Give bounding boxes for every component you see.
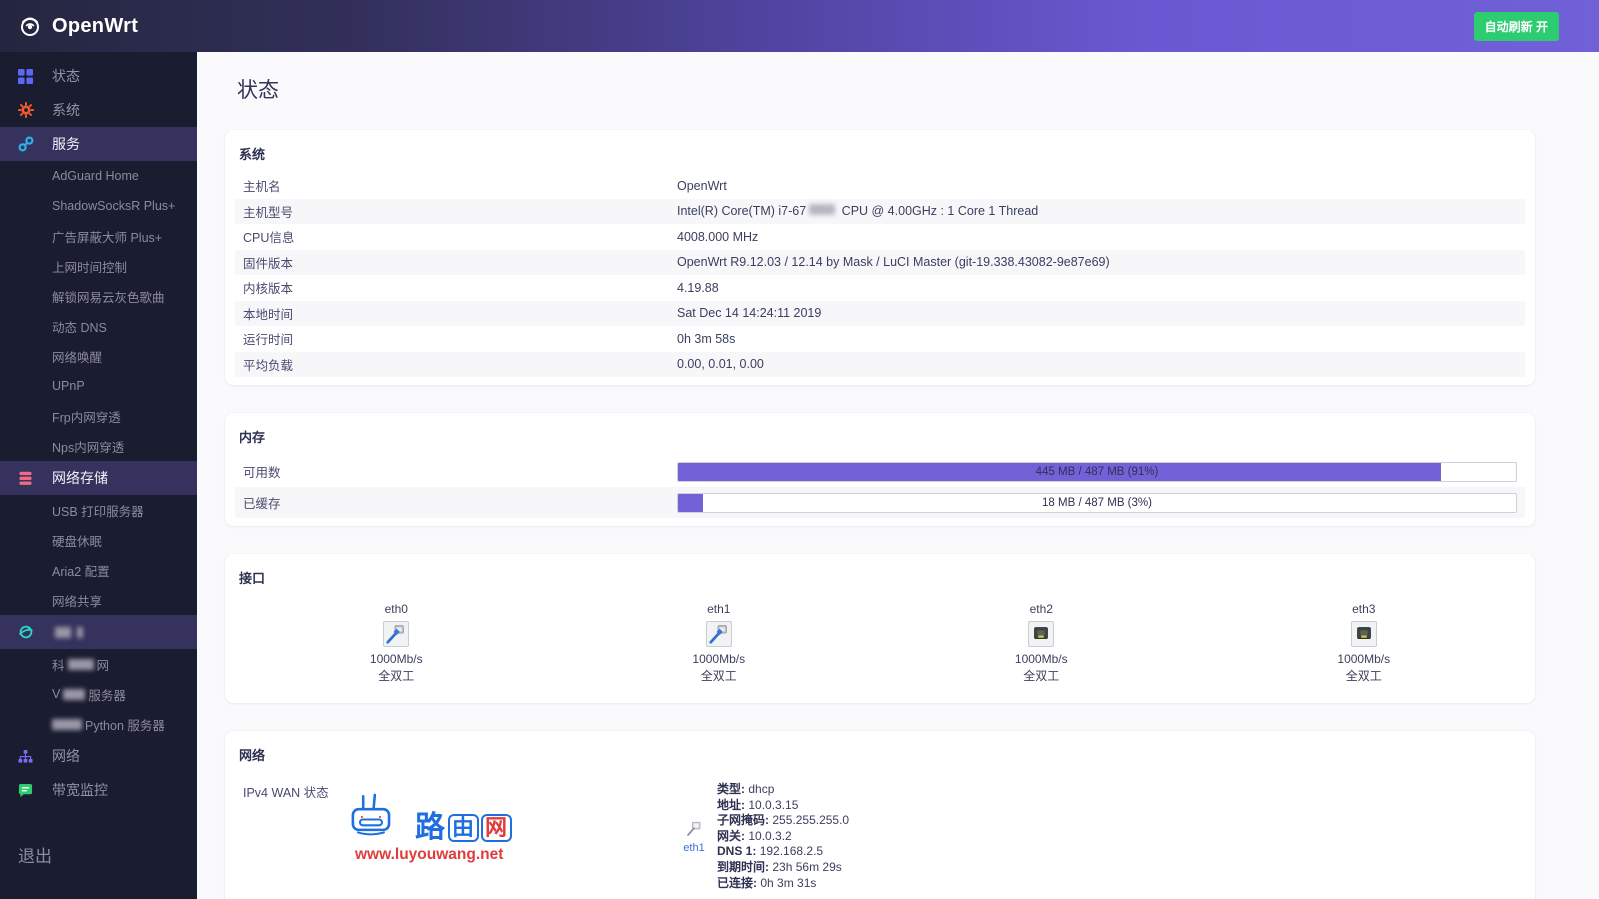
table-row: 固件版本 OpenWrt R9.12.03 / 12.14 by Mask / …	[235, 249, 1525, 275]
ipv4-details: 类型dhcp 地址10.0.3.15 子网掩码255.255.255.0 网关1…	[717, 782, 849, 891]
interface-eth3[interactable]: eth3 1000Mb/s 全双工	[1203, 601, 1526, 685]
sidebar-item-adguard-home[interactable]: AdGuard Home	[0, 161, 197, 191]
sidebar-item-adblock-master[interactable]: 广告屏蔽大师 Plus+	[0, 221, 197, 251]
globe-icon	[17, 624, 34, 641]
sidebar-item-status[interactable]: 状态	[0, 59, 197, 93]
censored-text	[52, 718, 82, 730]
sidebar-item-censored-sub-2[interactable]: V 服务器	[0, 679, 197, 709]
table-row: 本地时间 Sat Dec 14 14:24:11 2019	[235, 300, 1525, 326]
progress-text: 445 MB / 487 MB (91%)	[1035, 465, 1159, 478]
page-title: 状态	[237, 79, 279, 102]
detail-line: 子网掩码255.255.255.0	[717, 813, 849, 829]
sidebar-item-hdd-idle[interactable]: 硬盘休眠	[0, 525, 197, 555]
censored-text	[55, 626, 71, 638]
sidebar-item-label: 带宽监控	[52, 782, 108, 798]
database-icon	[17, 470, 34, 487]
brand-title: OpenWrt	[52, 14, 139, 37]
link-icon	[17, 136, 34, 153]
table-row: 运行时间 0h 3m 58s	[243, 331, 736, 348]
auto-refresh-button[interactable]: 自动刷新 开	[1473, 11, 1559, 41]
system-table: 主机名 OpenWrt 主机型号 Intel(R) Core(TM) i7-67…	[235, 173, 1525, 377]
grid-icon	[17, 68, 34, 85]
interfaces-card-title: 接口	[239, 571, 266, 586]
sidebar-item-usb-print[interactable]: USB 打印服务器	[0, 495, 197, 525]
ethernet-plugged-icon	[705, 621, 732, 647]
sidebar-item-label: 网络	[52, 748, 80, 764]
sidebar-item-label: 状态	[52, 68, 80, 84]
table-row: 已缓存 18 MB / 487 MB (3%)	[235, 487, 1525, 518]
detail-line: DNS 1192.168.2.5	[717, 844, 849, 860]
watermark-url: www.luyouwang.net	[355, 846, 504, 863]
table-row: 主机名 OpenWrt	[243, 178, 727, 195]
sidebar-item-aria2[interactable]: Aria2 配置	[0, 555, 197, 585]
interface-eth2[interactable]: eth2 1000Mb/s 全双工	[880, 601, 1203, 685]
sidebar-item-wol[interactable]: 网络唤醒	[0, 341, 197, 371]
sidebar-item-network-share[interactable]: 网络共享	[0, 585, 197, 615]
sidebar-item-unlock-netease[interactable]: 解锁网易云灰色歌曲	[0, 281, 197, 311]
wan-interface-label[interactable]: eth1	[677, 842, 711, 854]
censored-text	[809, 204, 836, 216]
watermark-text: 路由网	[415, 813, 513, 843]
sidebar-item-label: 服务	[52, 136, 80, 152]
comment-icon	[17, 782, 34, 799]
sidebar: 状态 系统 服务 AdGuard Home ShadowSocksR Plus+…	[0, 52, 197, 899]
interface-eth0[interactable]: eth0 1000Mb/s 全双工	[235, 601, 558, 685]
sidebar-item-upnp[interactable]: UPnP	[0, 371, 197, 401]
system-card-title: 系统	[239, 147, 266, 162]
censored-text	[77, 626, 83, 638]
gear-icon	[17, 102, 34, 119]
detail-line: 网关10.0.3.2	[717, 829, 849, 845]
sidebar-item-bandwidth-monitor[interactable]: 带宽监控	[0, 773, 197, 807]
sitemap-icon	[17, 748, 34, 765]
sidebar-item-services[interactable]: 服务	[0, 127, 197, 161]
table-row: 内核版本 4.19.88	[243, 280, 719, 297]
ipv4-wan-status: eth1 类型dhcp 地址10.0.3.15 子网掩码255.255.255.…	[677, 782, 849, 891]
sidebar-item-shadowsocksr[interactable]: ShadowSocksR Plus+	[0, 191, 197, 221]
sidebar-item-frp[interactable]: Frp内网穿透	[0, 401, 197, 431]
sidebar-item-network[interactable]: 网络	[0, 739, 197, 773]
sidebar-item-censored-sub-3[interactable]: Python 服务器	[0, 709, 197, 739]
sidebar-item-label: 网络存储	[52, 470, 108, 486]
memory-card-title: 内存	[239, 430, 266, 445]
watermark: 路由网 www.luyouwang.net	[349, 792, 579, 864]
memory-cached-progressbar: 18 MB / 487 MB (3%)	[677, 492, 1517, 513]
interfaces-card: 接口 eth0 1000Mb/s 全双工 eth1 1000Mb/s 全双工 e…	[225, 554, 1535, 703]
network-card-title: 网络	[239, 748, 266, 763]
wan-ethernet-icon	[685, 821, 703, 841]
progress-text: 18 MB / 487 MB (3%)	[1042, 496, 1152, 509]
main-content: 状态 系统 主机名 OpenWrt 主机型号 Intel(R) Core(TM)…	[197, 52, 1599, 899]
table-row: 可用数 445 MB / 487 MB (91%)	[235, 456, 1525, 487]
brand[interactable]: OpenWrt	[0, 13, 138, 39]
system-card: 系统 主机名 OpenWrt 主机型号 Intel(R) Core(TM) i7…	[225, 130, 1535, 385]
detail-line: 已连接0h 3m 31s	[717, 876, 849, 892]
ethernet-plugged-icon	[383, 621, 410, 647]
memory-table: 可用数 445 MB / 487 MB (91%) 已缓存 18 MB / 48…	[235, 456, 1525, 518]
sidebar-item-censored-service[interactable]	[0, 615, 197, 649]
router-icon	[349, 792, 411, 843]
memory-card: 内存 可用数 445 MB / 487 MB (91%) 已缓存 18 MB /…	[225, 413, 1535, 526]
ethernet-port-icon	[1350, 621, 1377, 647]
censored-text	[63, 688, 86, 700]
topbar: OpenWrt 自动刷新 开	[0, 0, 1599, 52]
detail-line: 地址10.0.3.15	[717, 798, 849, 814]
table-row: 主机型号 Intel(R) Core(TM) i7-67 CPU @ 4.00G…	[235, 198, 1525, 224]
sidebar-item-ddns[interactable]: 动态 DNS	[0, 311, 197, 341]
interfaces-grid: eth0 1000Mb/s 全双工 eth1 1000Mb/s 全双工 eth2…	[235, 597, 1525, 695]
openwrt-logo-icon	[17, 13, 43, 39]
ethernet-port-icon	[1028, 621, 1055, 647]
logout-button[interactable]: 退出	[0, 842, 52, 867]
detail-line: 类型dhcp	[717, 782, 849, 798]
detail-line: 到期时间23h 56m 29s	[717, 860, 849, 876]
sidebar-item-time-control[interactable]: 上网时间控制	[0, 251, 197, 281]
interface-eth1[interactable]: eth1 1000Mb/s 全双工	[558, 601, 881, 685]
table-row: CPU信息 4008.000 MHz	[243, 229, 759, 246]
sidebar-item-nas[interactable]: 网络存储	[0, 461, 197, 495]
sidebar-item-label: 系统	[52, 102, 80, 118]
memory-free-progressbar: 445 MB / 487 MB (91%)	[677, 461, 1517, 482]
censored-text	[67, 658, 94, 670]
table-row: 平均负载 0.00, 0.01, 0.00	[235, 351, 1525, 377]
sidebar-item-censored-sub-1[interactable]: 科 网	[0, 649, 197, 679]
sidebar-item-nps[interactable]: Nps内网穿透	[0, 431, 197, 461]
sidebar-item-system[interactable]: 系统	[0, 93, 197, 127]
